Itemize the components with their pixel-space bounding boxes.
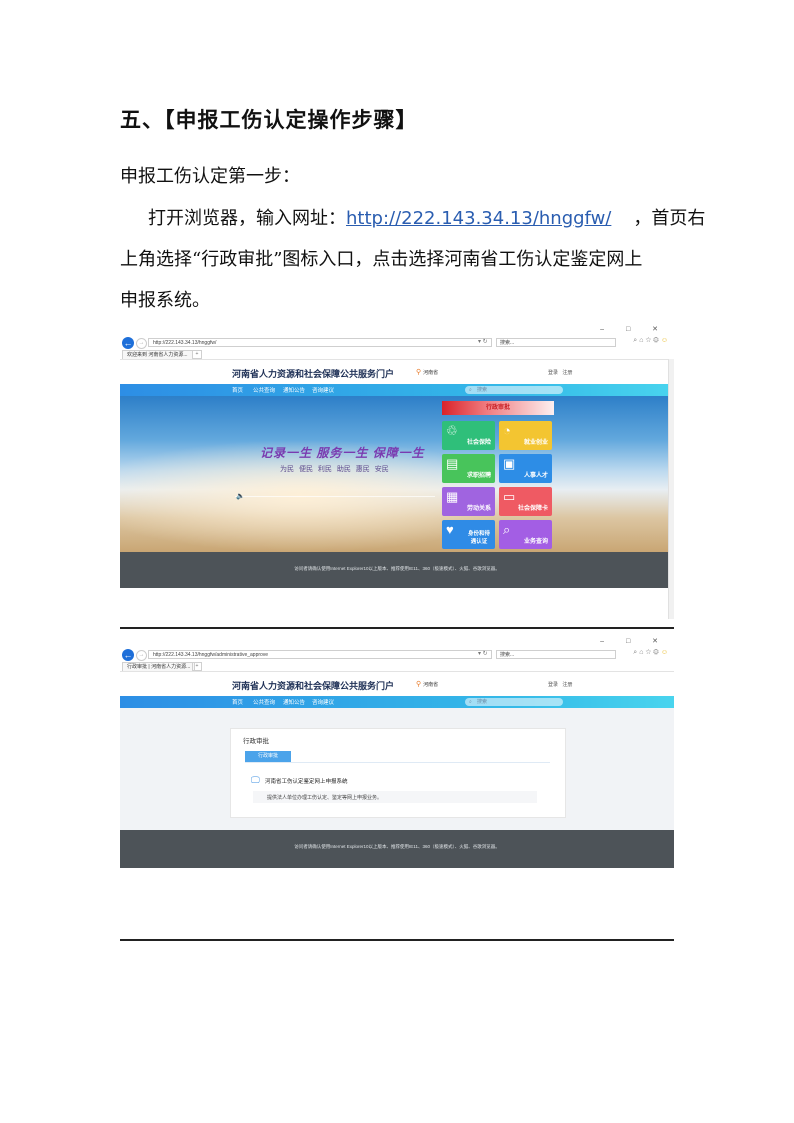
nav-notices[interactable]: 通知公告 bbox=[283, 698, 305, 706]
browser-search-input[interactable]: 搜索... bbox=[496, 338, 616, 347]
back-arrow-icon[interactable]: ← bbox=[122, 337, 134, 349]
hero-banner: 记录一生 服务一生 保障一生 为民 便民 利民 助民 惠民 安民 🔈 行政审批 … bbox=[120, 396, 674, 552]
tab-underline bbox=[245, 762, 550, 763]
tile-job-recruitment[interactable]: ▤ 求职招聘 bbox=[442, 454, 495, 483]
tile-labor-relations[interactable]: ▦ 劳动关系 bbox=[442, 487, 495, 516]
nav-home[interactable]: 首页 bbox=[232, 698, 243, 706]
location-pin-icon: ⚲ bbox=[416, 681, 422, 688]
step-label: 申报工伤认定第一步： bbox=[120, 166, 300, 187]
site-header: 河南省人力资源和社会保障公共服务门户 ⚲ 河南省 登录 注册 bbox=[120, 360, 674, 384]
forward-arrow-icon[interactable]: → bbox=[136, 650, 147, 661]
blank-area bbox=[120, 868, 674, 939]
address-row: ← → http://222.143.34.13/hnggfw/administ… bbox=[120, 649, 674, 661]
address-bar[interactable]: http://222.143.34.13/hnggfw/administrati… bbox=[148, 650, 492, 659]
login-register-links[interactable]: 登录 注册 bbox=[548, 369, 572, 376]
nav-public-query[interactable]: 公共查询 bbox=[253, 386, 275, 394]
main-nav: 首页 公共查询 通知公告 咨询建议 ⌕ 搜索 bbox=[120, 696, 674, 708]
address-bar[interactable]: http://222.143.34.13/hnggfw/ bbox=[148, 338, 492, 347]
admin-approval-card: 行政审批 行政审批 🖵 河南省工伤认定鉴定网上申报系统 提供法人单位办理工伤认定… bbox=[230, 728, 566, 818]
browser-search-input[interactable]: 搜索... bbox=[496, 650, 616, 659]
refresh-icon[interactable]: ▾ ↻ bbox=[478, 650, 488, 657]
address-row: ← → http://222.143.34.13/hnggfw/ ▾ ↻ 搜索.… bbox=[120, 337, 674, 349]
line1-prefix: 打开浏览器，输入网址： bbox=[148, 208, 346, 229]
window-controls[interactable]: – □ ✕ bbox=[600, 325, 668, 333]
location-pin-icon: ⚲ bbox=[416, 369, 422, 376]
refresh-icon[interactable]: ▾ ↻ bbox=[478, 338, 488, 345]
monitor-icon: 🖵 bbox=[251, 775, 260, 785]
site-search-input[interactable]: ⌕ 搜索 bbox=[465, 386, 563, 394]
nav-public-query[interactable]: 公共查询 bbox=[253, 698, 275, 706]
paragraph-line-1: 打开浏览器，输入网址：http://222.143.34.13/hnggfw/ ，… bbox=[148, 208, 705, 230]
tile-identity-benefit-cert[interactable]: ♥ 身份和待遇认证 bbox=[442, 520, 495, 549]
new-tab-button[interactable]: + bbox=[192, 662, 202, 671]
site-footer: 访问者请确认使用Internet Explorer10以上版本、推荐使用IE11… bbox=[120, 830, 674, 868]
login-register-links[interactable]: 登录 注册 bbox=[548, 681, 572, 688]
back-arrow-icon[interactable]: ← bbox=[122, 649, 134, 661]
admin-content-area: 行政审批 行政审批 🖵 河南省工伤认定鉴定网上申报系统 提供法人单位办理工伤认定… bbox=[120, 708, 674, 830]
gear-icon: ⚙ bbox=[653, 649, 661, 656]
star-icon: ☆ bbox=[645, 649, 654, 656]
card-title: 行政审批 bbox=[243, 738, 269, 745]
page-scrollbar[interactable] bbox=[668, 359, 674, 619]
tile-social-security-card[interactable]: ▭ 社会保障卡 bbox=[499, 487, 552, 516]
tile-employment[interactable]: ◔ 就业创业 bbox=[499, 421, 552, 450]
site-search-input[interactable]: ⌕ 搜索 bbox=[465, 698, 563, 706]
new-tab-button[interactable]: + bbox=[192, 350, 202, 359]
gear-icon: ⚙ bbox=[653, 337, 661, 344]
window-titlebar: – □ ✕ bbox=[120, 325, 674, 337]
tab-row: 欢迎来到 河南省人力资源... + bbox=[120, 349, 674, 360]
smiley-icon: ☺ bbox=[660, 649, 670, 656]
tile-social-insurance[interactable]: ♲ 社会保险 bbox=[442, 421, 495, 450]
tile-business-query[interactable]: ⌕ 业务查询 bbox=[499, 520, 552, 549]
browser-notice: 访问者请确认使用Internet Explorer10以上版本、推荐使用IE11… bbox=[294, 844, 500, 849]
search-icon: ⌕ bbox=[469, 387, 472, 393]
speaker-icon[interactable]: 🔈 bbox=[236, 492, 245, 500]
paragraph-line-2: 上角选择“行政审批”图标入口，点击选择河南省工伤认定鉴定网上 bbox=[120, 249, 643, 270]
forward-arrow-icon[interactable]: → bbox=[136, 338, 147, 349]
site-footer: 访问者请确认使用Internet Explorer10以上版本、推荐使用IE11… bbox=[120, 552, 674, 588]
portal-url-link[interactable]: http://222.143.34.13/hnggfw/ bbox=[346, 208, 611, 229]
search-icon: ⌕ bbox=[469, 699, 472, 705]
portal-title[interactable]: 河南省人力资源和社会保障公共服务门户 bbox=[232, 679, 394, 692]
region-selector[interactable]: ⚲ 河南省 bbox=[416, 368, 438, 376]
toolbar-icons[interactable]: ⌕⌂☆⚙☺ bbox=[633, 337, 670, 345]
nav-consult[interactable]: 咨询建议 bbox=[312, 386, 334, 394]
site-header: 河南省人力资源和社会保障公共服务门户 ⚲ 河南省 登录 注册 bbox=[120, 672, 674, 696]
nav-consult[interactable]: 咨询建议 bbox=[312, 698, 334, 706]
window-titlebar: – □ ✕ bbox=[120, 637, 674, 649]
screenshot-homepage: – □ ✕ ← → http://222.143.34.13/hnggfw/ ▾… bbox=[120, 325, 674, 629]
tile-hr-talent[interactable]: ▣ 人事人才 bbox=[499, 454, 552, 483]
star-icon: ☆ bbox=[645, 337, 654, 344]
region-selector[interactable]: ⚲ 河南省 bbox=[416, 680, 438, 688]
nav-home[interactable]: 首页 bbox=[232, 386, 243, 394]
screenshot-admin-approval: – □ ✕ ← → http://222.143.34.13/hnggfw/ad… bbox=[120, 637, 674, 941]
browser-tab[interactable]: 行政审批 | 河南省人力资源... bbox=[122, 662, 196, 671]
nav-notices[interactable]: 通知公告 bbox=[283, 386, 305, 394]
browser-notice: 访问者请确认使用Internet Explorer10以上版本、推荐使用IE11… bbox=[294, 566, 500, 571]
smiley-icon: ☺ bbox=[660, 337, 670, 344]
main-nav: 首页 公共查询 通知公告 咨询建议 ⌕ 搜索 bbox=[120, 384, 674, 396]
item-description: 提供法人单位办理工伤认定、鉴定等网上申报业务。 bbox=[267, 795, 383, 801]
browser-tab[interactable]: 欢迎来到 河南省人力资源... bbox=[122, 350, 193, 359]
section-heading: 五、【申报工伤认定操作步骤】 bbox=[120, 108, 418, 132]
hero-subtitle: 为民 便民 利民 助民 惠民 安民 bbox=[280, 466, 389, 473]
paragraph-line-3: 申报系统。 bbox=[120, 290, 210, 311]
hero-divider bbox=[235, 496, 435, 497]
toolbar-icons[interactable]: ⌕⌂☆⚙☺ bbox=[633, 649, 670, 657]
hero-slogan: 记录一生 服务一生 保障一生 bbox=[260, 446, 425, 460]
portal-title[interactable]: 河南省人力资源和社会保障公共服务门户 bbox=[232, 367, 394, 380]
admin-approval-banner[interactable]: 行政审批 bbox=[442, 401, 554, 415]
tab-row: 行政审批 | 河南省人力资源... + bbox=[120, 661, 674, 672]
work-injury-system-link[interactable]: 河南省工伤认定鉴定网上申报系统 bbox=[265, 777, 348, 785]
admin-approval-tab[interactable]: 行政审批 bbox=[245, 751, 291, 762]
line1-suffix: ，首页右 bbox=[633, 208, 706, 229]
window-controls[interactable]: – □ ✕ bbox=[600, 637, 668, 645]
